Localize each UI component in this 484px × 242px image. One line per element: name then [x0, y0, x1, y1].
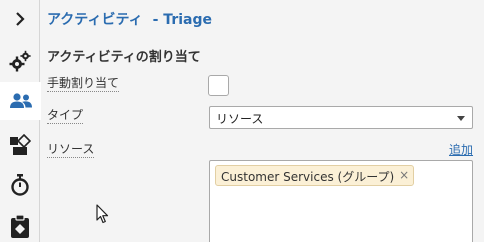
manual-assign-label: 手動割り当て: [47, 76, 120, 92]
sidebar-item-settings[interactable]: [0, 42, 40, 80]
gears-icon: [8, 49, 32, 73]
resource-label: リソース: [47, 142, 95, 158]
sidebar-item-timer[interactable]: [0, 166, 40, 204]
shapes-icon: [9, 134, 31, 156]
sidebar-item-clipboard[interactable]: [0, 208, 40, 242]
chevron-right-icon: [14, 12, 26, 26]
section-title: アクティビティの割り当て: [47, 50, 201, 65]
page-title-suffix: - Triage: [152, 12, 212, 28]
sidebar-item-shapes[interactable]: [0, 126, 40, 164]
page-title-name: アクティビティ: [47, 12, 143, 28]
page-title: アクティビティ - Triage: [47, 9, 212, 29]
sidebar: [0, 0, 41, 242]
sidebar-expand-button[interactable]: [0, 0, 40, 38]
stopwatch-icon: [10, 174, 30, 196]
resource-tag-label: Customer Services (グループ): [221, 170, 395, 184]
chevron-down-icon: [457, 116, 465, 121]
add-resource-link[interactable]: 追加: [449, 141, 473, 158]
sidebar-item-users[interactable]: [0, 82, 41, 120]
remove-tag-icon[interactable]: ×: [399, 168, 409, 182]
mouse-cursor-icon: [96, 204, 110, 228]
type-select-value: リソース: [216, 112, 264, 126]
clipboard-icon: [10, 215, 30, 239]
users-icon: [9, 91, 33, 111]
manual-assign-checkbox[interactable]: [208, 75, 229, 96]
type-select[interactable]: リソース: [209, 106, 473, 129]
type-label: タイプ: [47, 108, 84, 124]
resource-multiselect[interactable]: Customer Services (グループ) ×: [209, 160, 473, 242]
resource-tag: Customer Services (グループ) ×: [215, 165, 415, 186]
